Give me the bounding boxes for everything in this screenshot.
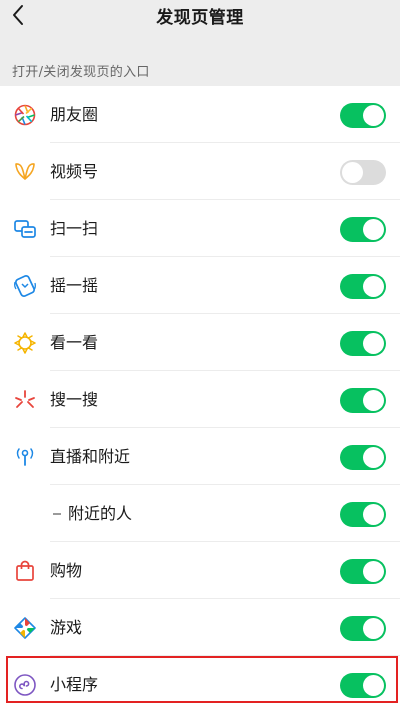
- toggle-knob: [363, 674, 384, 696]
- list-item-people-nearby: 附近的人: [0, 485, 400, 542]
- toggle-knob: [342, 161, 363, 183]
- list-item-label: 小程序: [50, 674, 99, 694]
- list-item-label: 购物: [50, 560, 83, 580]
- list-item-moments: 朋友圈: [0, 86, 400, 143]
- toggle-knob: [363, 104, 384, 126]
- section-title: 打开/关闭发现页的入口: [12, 65, 150, 80]
- top-stories-icon: [13, 331, 37, 355]
- toggle-knob: [363, 389, 384, 411]
- list-item-label: 游戏: [50, 617, 83, 637]
- list-item-scan: 扫一扫: [0, 200, 400, 257]
- live-nearby-icon: [13, 445, 37, 469]
- list-item-label: 视频号: [50, 161, 99, 181]
- moments-toggle[interactable]: [340, 102, 386, 128]
- people-nearby-toggle[interactable]: [340, 501, 386, 527]
- list-item-label: 扫一扫: [50, 218, 99, 238]
- list-item-channels: 视频号: [0, 143, 400, 200]
- toggle-knob: [363, 275, 384, 297]
- list-item-shopping: 购物: [0, 542, 400, 599]
- list-item-label: 搜一搜: [50, 389, 99, 409]
- toggle-knob: [363, 332, 384, 354]
- shake-icon: [13, 274, 37, 298]
- toggle-knob: [363, 446, 384, 468]
- games-toggle[interactable]: [340, 615, 386, 641]
- list-item-top-stories: 看一看: [0, 314, 400, 371]
- shopping-toggle[interactable]: [340, 558, 386, 584]
- search-toggle[interactable]: [340, 387, 386, 413]
- list-item-label: 看一看: [50, 332, 99, 352]
- entry-list: 朋友圈 视频号 扫一扫 摇一摇 看一看 搜一搜 直播和附近 附近的人 购物 游戏…: [0, 86, 400, 704]
- list-item-mini-programs: 小程序: [0, 656, 400, 704]
- live-nearby-toggle[interactable]: [340, 444, 386, 470]
- top-stories-toggle[interactable]: [340, 330, 386, 356]
- toggle-knob: [363, 617, 384, 639]
- toggle-knob: [363, 218, 384, 240]
- list-item-label: 摇一摇: [50, 275, 99, 295]
- shake-toggle[interactable]: [340, 273, 386, 299]
- list-item-label: 直播和附近: [50, 446, 131, 466]
- moments-icon: [13, 103, 37, 127]
- sub-item-dash: [53, 512, 61, 515]
- search-icon: [13, 388, 37, 412]
- toggle-knob: [363, 560, 384, 582]
- mini-programs-toggle[interactable]: [340, 672, 386, 698]
- shopping-bag-icon: [13, 559, 37, 583]
- page-title: 发现页管理: [156, 8, 244, 28]
- mini-programs-icon: [13, 673, 37, 697]
- scan-icon: [13, 217, 37, 241]
- nav-header: 发现页管理: [0, 0, 400, 40]
- channels-toggle[interactable]: [340, 159, 386, 185]
- list-item-label: 附近的人: [68, 503, 133, 523]
- scan-toggle[interactable]: [340, 216, 386, 242]
- list-item-label: 朋友圈: [50, 104, 99, 124]
- games-icon: [13, 616, 37, 640]
- channels-icon: [13, 160, 37, 184]
- list-item-search: 搜一搜: [0, 371, 400, 428]
- list-item-live-nearby: 直播和附近: [0, 428, 400, 485]
- list-item-games: 游戏: [0, 599, 400, 656]
- list-item-shake: 摇一摇: [0, 257, 400, 314]
- toggle-knob: [363, 503, 384, 525]
